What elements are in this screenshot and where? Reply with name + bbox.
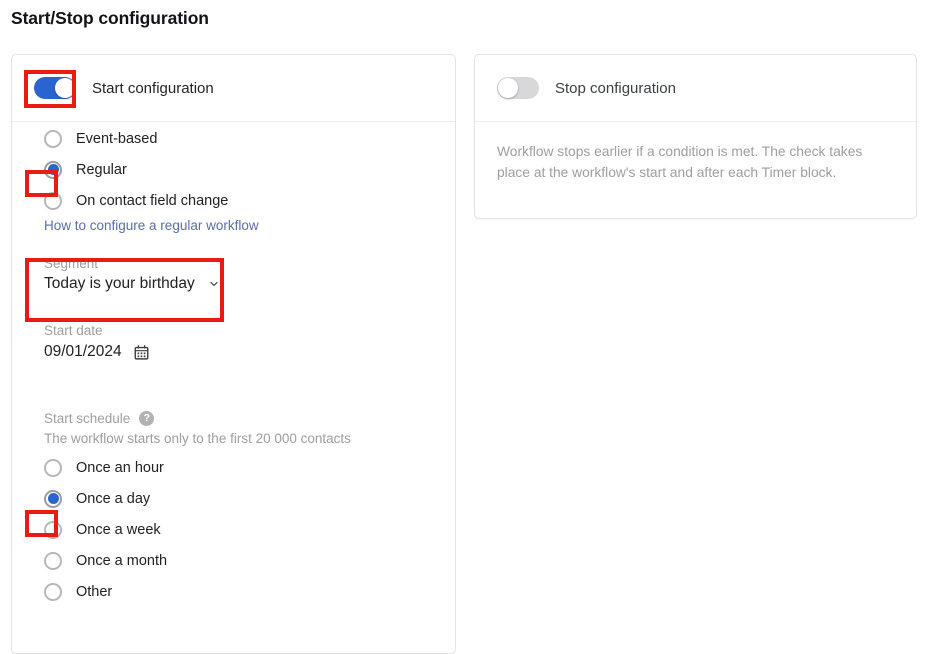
start-configuration-card: Start configuration Event-based Regular … [11,54,456,654]
radio-label-once-a-week: Once a week [76,521,161,538]
radio-icon-on-contact-field-change[interactable] [44,191,62,210]
start-date-field: Start date 09/01/2024 [44,323,455,361]
radio-label-regular: Regular [76,161,127,178]
radio-label-other: Other [76,583,113,600]
radio-option-on-contact-field-change[interactable]: On contact field change [44,185,455,216]
stop-configuration-description: Workflow stops earlier if a condition is… [497,144,863,180]
start-configuration-title: Start configuration [92,79,214,97]
radio-icon-once-a-month[interactable] [44,551,62,570]
toggle-knob [55,78,75,98]
start-schedule-radio-group: Once an hour Once a day Once a week Once… [44,452,455,607]
radio-icon-regular[interactable] [44,160,62,179]
start-schedule-label: Start schedule [44,411,131,426]
radio-label-once-a-day: Once a day [76,490,151,507]
radio-option-once-a-month[interactable]: Once a month [44,545,455,576]
start-configuration-header: Start configuration [12,55,455,122]
help-circle-icon[interactable]: ? [139,411,155,426]
chevron-down-icon [208,278,220,290]
segment-selected-value: Today is your birthday [44,275,195,292]
radio-option-once-a-week[interactable]: Once a week [44,514,455,545]
radio-icon-other[interactable] [44,582,62,601]
stop-configuration-card: Stop configuration Workflow stops earlie… [474,54,917,219]
start-schedule-header: Start schedule ? [44,411,455,426]
stop-configuration-header: Stop configuration [475,55,916,122]
trigger-type-radio-group: Event-based Regular On contact field cha… [44,123,455,216]
radio-label-on-contact-field-change: On contact field change [76,192,229,209]
page-title: Start/Stop configuration [11,8,209,28]
radio-option-once-an-hour[interactable]: Once an hour [44,452,455,483]
radio-option-regular[interactable]: Regular [44,154,455,185]
segment-select[interactable]: Today is your birthday [44,275,222,293]
how-to-configure-link[interactable]: How to configure a regular workflow [44,218,455,233]
radio-label-once-a-month: Once a month [76,552,168,569]
radio-option-once-a-day[interactable]: Once a day [44,483,455,514]
radio-label-once-an-hour: Once an hour [76,459,164,476]
radio-option-event-based[interactable]: Event-based [44,123,455,154]
start-schedule-note: The workflow starts only to the first 20… [44,431,351,446]
radio-option-other[interactable]: Other [44,576,455,607]
start-date-input[interactable]: 09/01/2024 [44,343,455,361]
stop-configuration-title: Stop configuration [555,79,676,97]
radio-icon-once-a-day[interactable] [44,489,62,508]
stop-configuration-body: Workflow stops earlier if a condition is… [475,122,916,184]
segment-field: Segment Today is your birthday [44,256,455,293]
calendar-icon[interactable] [133,344,150,361]
radio-icon-event-based[interactable] [44,129,62,148]
radio-icon-once-an-hour[interactable] [44,458,62,477]
stop-configuration-toggle[interactable] [497,77,539,99]
start-date-value: 09/01/2024 [44,343,122,360]
start-configuration-body: Event-based Regular On contact field cha… [12,123,455,607]
toggle-knob [498,78,518,98]
start-date-label: Start date [44,323,103,338]
radio-icon-once-a-week[interactable] [44,520,62,539]
start-schedule-section: Start schedule ? The workflow starts onl… [44,411,455,607]
start-configuration-toggle[interactable] [34,77,76,99]
radio-label-event-based: Event-based [76,130,158,147]
segment-label: Segment [44,256,99,271]
